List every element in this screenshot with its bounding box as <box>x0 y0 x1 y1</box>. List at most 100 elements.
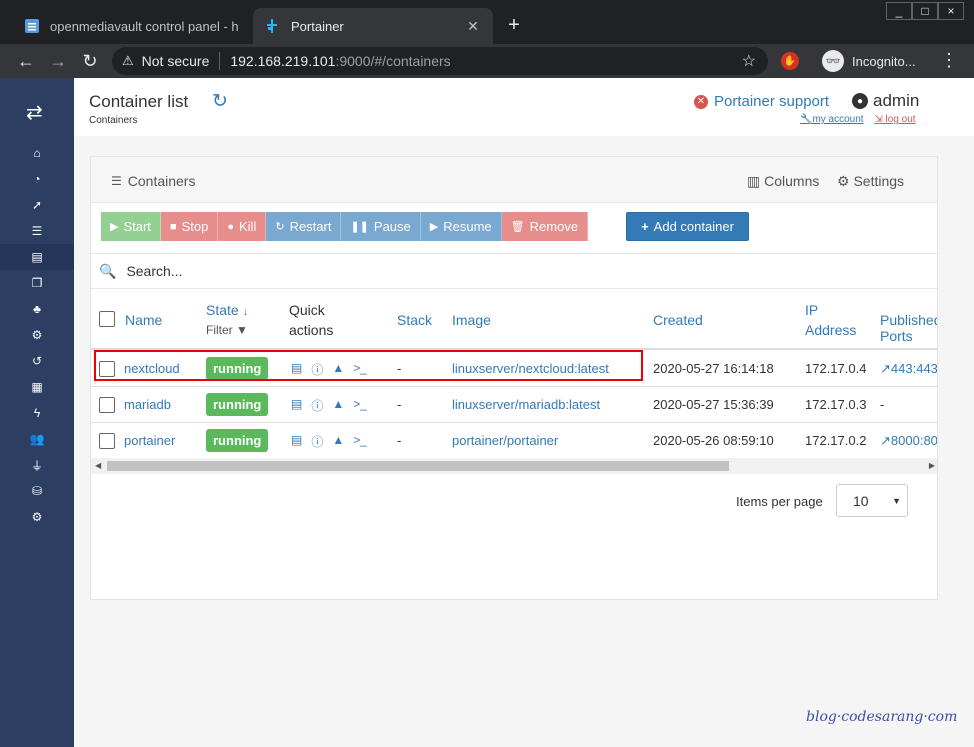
stats-icon[interactable]: ▲ <box>332 433 344 450</box>
my-account-link[interactable]: 🔧my account <box>800 114 864 125</box>
image-link[interactable]: linuxserver/mariadb:latest <box>452 397 600 412</box>
portainer-support-link[interactable]: ✕ Portainer support <box>694 93 829 110</box>
page-title: Container list <box>89 92 189 111</box>
portainer-logo-icon[interactable]: ⇄ <box>26 100 43 125</box>
select-all-checkbox[interactable] <box>99 311 115 327</box>
pause-button[interactable]: ❚❚ Pause <box>341 212 421 241</box>
row-checkbox[interactable] <box>99 397 115 413</box>
published-port-link[interactable]: ↗8000:8000 <box>880 433 937 449</box>
sidebar-settings-icon[interactable]: ⚙ <box>0 504 74 530</box>
sidebar-networks-icon[interactable]: ♣ <box>0 296 74 322</box>
horizontal-scrollbar[interactable]: ◀ ▶ <box>91 458 937 474</box>
sidebar-app-templates-icon[interactable]: ➚ <box>0 192 74 218</box>
state-filter[interactable]: Filter ▼ <box>206 323 248 337</box>
divider <box>219 52 221 70</box>
sidebar-events-icon[interactable]: ↺ <box>0 348 74 374</box>
scroll-right-icon[interactable]: ▶ <box>929 461 935 470</box>
page-header: Container list ↻ Containers ✕ Portainer … <box>74 78 974 136</box>
stack-value: - <box>397 433 402 448</box>
extension-icon[interactable]: ✋ <box>781 52 799 70</box>
start-button[interactable]: ▶ Start <box>101 212 161 241</box>
sidebar-host-icon[interactable]: ▦ <box>0 374 74 400</box>
maximize-button[interactable]: □ <box>912 2 938 20</box>
browser-menu-icon[interactable]: ⋮ <box>940 50 958 71</box>
filter-icon: ▼ <box>236 323 248 337</box>
ip-value: 172.17.0.2 <box>805 433 867 448</box>
container-name-link[interactable]: portainer <box>124 433 175 448</box>
bookmark-star-icon[interactable]: ☆ <box>742 51 756 71</box>
columns-button[interactable]: ▥ Columns <box>747 173 819 190</box>
plus-icon: + <box>641 219 649 234</box>
resume-button[interactable]: ▶ Resume <box>420 212 502 241</box>
minimize-button[interactable]: _ <box>886 2 912 20</box>
panel-header: ☰ Containers ▥ Columns ⚙ Settings <box>91 157 937 203</box>
stop-button[interactable]: ■ Stop <box>160 212 219 241</box>
published-port-link[interactable]: ↗443:443 <box>880 361 937 377</box>
sidebar-registries-icon[interactable]: ⛁ <box>0 478 74 504</box>
scroll-left-icon[interactable]: ◀ <box>95 461 101 470</box>
scrollbar-thumb[interactable] <box>107 461 729 471</box>
stack-column-header[interactable]: Stack <box>397 312 432 328</box>
close-window-button[interactable]: × <box>938 2 964 20</box>
image-column-header[interactable]: Image <box>452 312 491 328</box>
table-header: Name State ↓ Filter ▼ Quick actions Stac… <box>91 290 937 350</box>
inspect-icon[interactable]: ⓘ <box>311 397 323 414</box>
items-per-page-select[interactable]: 10 ▼ <box>836 484 908 517</box>
sidebar-extensions-icon[interactable]: ϟ <box>0 400 74 426</box>
sidebar-dashboard-icon[interactable]: ◔ <box>0 166 74 192</box>
created-column-header[interactable]: Created <box>653 312 703 328</box>
console-icon[interactable]: >_ <box>353 433 367 450</box>
sidebar-endpoints-icon[interactable]: ⏚ <box>0 452 74 478</box>
url-path: :9000/#/containers <box>335 53 451 69</box>
trash-icon: 🗑 <box>510 221 525 233</box>
stats-icon[interactable]: ▲ <box>332 397 344 414</box>
play-icon: ▶ <box>429 221 439 233</box>
highlight-box <box>94 350 643 381</box>
state-column-header[interactable]: State ↓ <box>206 302 248 318</box>
sidebar-volumes-icon[interactable]: ⚙ <box>0 322 74 348</box>
kill-button[interactable]: ● Kill <box>218 212 267 241</box>
incognito-indicator[interactable]: 👓 Incognito... <box>822 50 916 72</box>
tab-title: openmediavault control panel - h <box>50 18 239 34</box>
columns-icon: ▥ <box>747 173 765 189</box>
name-column-header[interactable]: Name <box>125 312 162 328</box>
sidebar-home-icon[interactable]: ⌂ <box>0 140 74 166</box>
created-value: 2020-05-26 08:59:10 <box>653 433 774 448</box>
search-icon: 🔍 <box>99 262 117 279</box>
refresh-icon: ↻ <box>275 221 285 233</box>
log-out-link[interactable]: ⇲ log out <box>874 114 915 125</box>
settings-button[interactable]: ⚙ Settings <box>837 173 904 190</box>
image-link[interactable]: portainer/portainer <box>452 433 558 448</box>
console-icon[interactable]: >_ <box>353 397 367 414</box>
forward-arrow-icon[interactable]: → <box>46 49 70 73</box>
add-container-button[interactable]: + Add container <box>626 212 749 241</box>
inspect-icon[interactable]: ⓘ <box>311 433 323 450</box>
remove-button[interactable]: 🗑 Remove <box>501 212 589 241</box>
openmediavault-favicon-icon <box>24 18 40 34</box>
address-bar[interactable]: ⚠ Not secure 192.168.219.101 :9000/#/con… <box>112 47 768 75</box>
search-input[interactable] <box>126 263 727 279</box>
account-links: 🔧my account ⇲ log out <box>800 114 924 125</box>
new-tab-button[interactable]: + <box>502 14 526 37</box>
back-arrow-icon[interactable]: ← <box>14 49 38 73</box>
tab-openmediavault[interactable]: openmediavault control panel - h <box>12 8 252 44</box>
watermark: blog·codesarang·com <box>806 709 958 725</box>
restart-button[interactable]: ↻ Restart <box>266 212 342 241</box>
logs-icon[interactable]: ▤ <box>291 433 302 450</box>
sidebar-users-icon[interactable]: 👥 <box>0 426 74 452</box>
security-label: Not secure <box>141 53 210 69</box>
published-ports-column-header[interactable]: Published Ports <box>880 312 937 344</box>
refresh-icon[interactable]: ↻ <box>212 90 228 113</box>
tab-portainer[interactable]: Portainer ✕ <box>253 8 493 44</box>
ip-column-header-line1[interactable]: IP <box>805 302 818 318</box>
sidebar-containers-icon[interactable]: ▤ <box>0 244 74 270</box>
created-value: 2020-05-27 16:14:18 <box>653 361 774 376</box>
row-checkbox[interactable] <box>99 433 115 449</box>
ip-column-header-line2[interactable]: Address <box>805 322 856 338</box>
logs-icon[interactable]: ▤ <box>291 397 302 414</box>
reload-icon[interactable]: ↻ <box>78 49 102 73</box>
sidebar-stacks-icon[interactable]: ☰ <box>0 218 74 244</box>
sidebar-images-icon[interactable]: ❐ <box>0 270 74 296</box>
container-name-link[interactable]: mariadb <box>124 397 171 412</box>
close-tab-icon[interactable]: ✕ <box>465 18 481 35</box>
